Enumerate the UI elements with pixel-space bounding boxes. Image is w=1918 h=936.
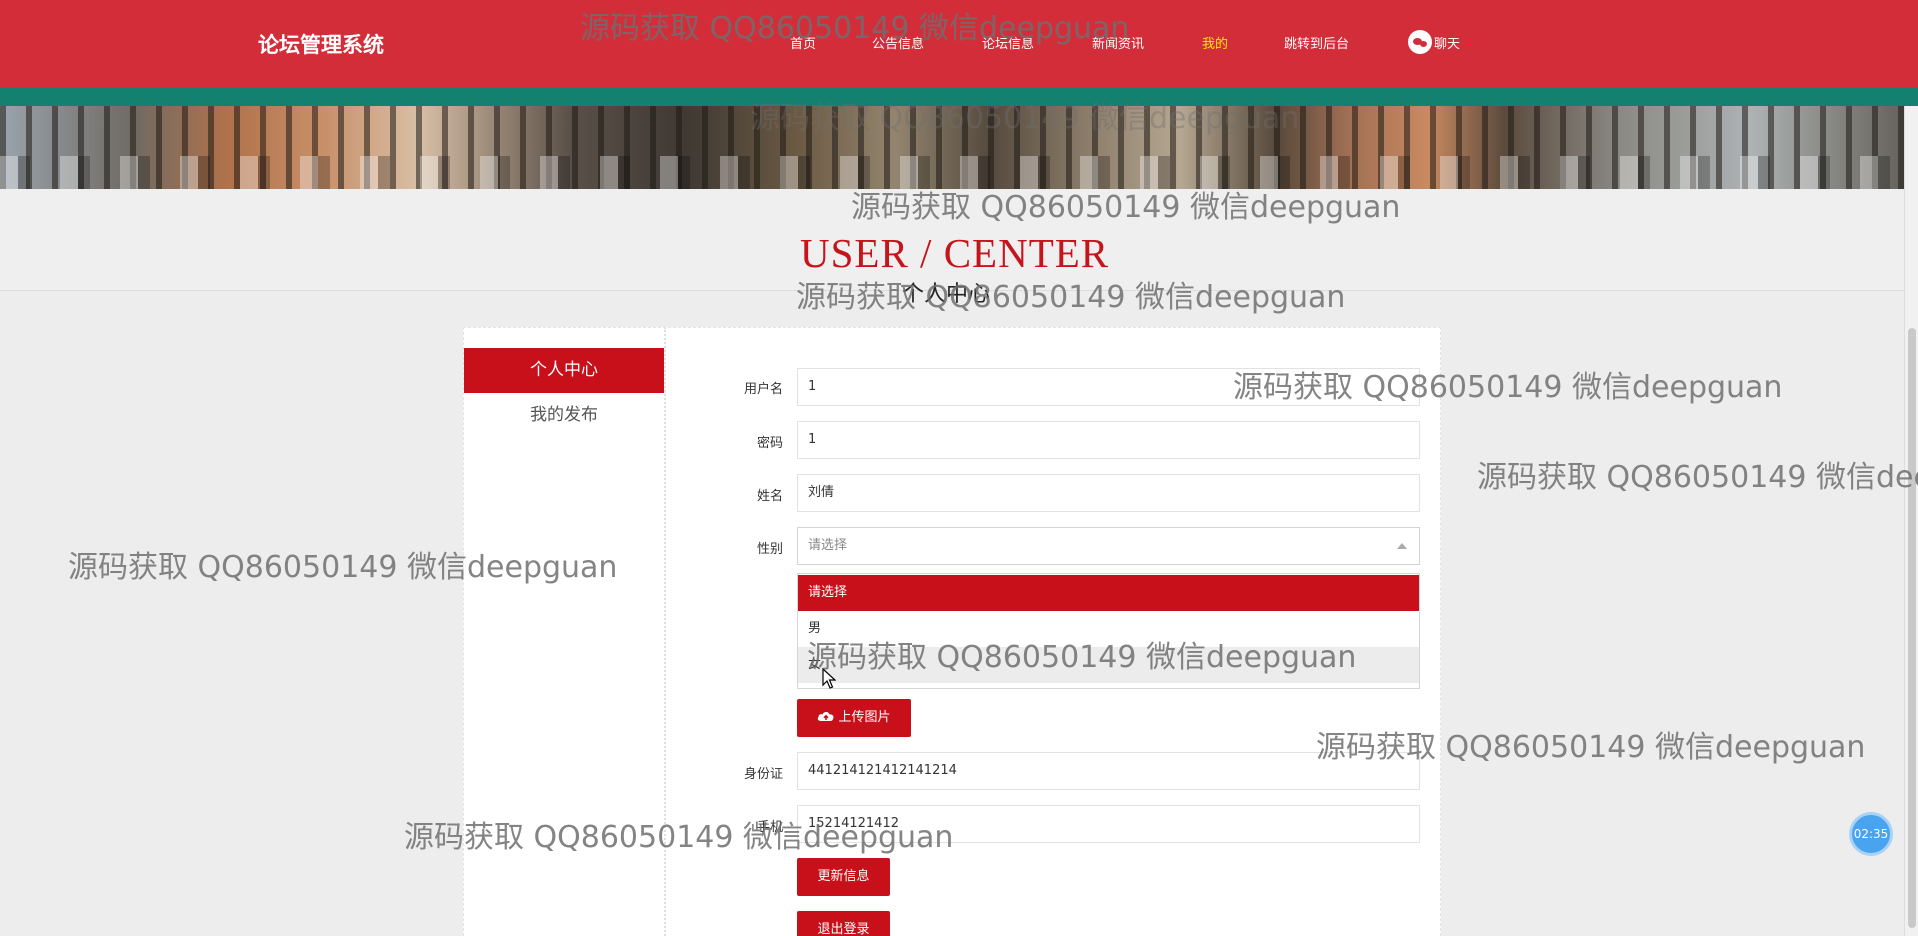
page-scrollbar[interactable] <box>1904 106 1918 936</box>
banner-image <box>0 106 1904 189</box>
nav-forum[interactable]: 论坛信息 <box>982 33 1034 52</box>
name-field[interactable]: 刘倩 <box>797 474 1420 512</box>
password-field[interactable]: 1 <box>797 421 1420 459</box>
scrollbar-thumb[interactable] <box>1908 328 1916 928</box>
username-field[interactable]: 1 <box>797 368 1420 406</box>
idcard-label: 身份证 <box>743 767 783 782</box>
username-label: 用户名 <box>743 382 783 397</box>
wechat-chat-icon <box>1408 30 1432 54</box>
watermark-text: 源码获取 QQ86050149 微信deepguan <box>1477 460 1918 495</box>
idcard-field[interactable]: 441214121412141214 <box>797 752 1420 790</box>
nav-chat-label: 聊天 <box>1434 36 1461 52</box>
gender-select[interactable]: 请选择 <box>797 527 1420 565</box>
nav-chat[interactable]: 聊天 <box>1408 30 1460 54</box>
gender-option-female[interactable]: 女 <box>798 647 1419 683</box>
nav-home[interactable]: 首页 <box>790 33 816 52</box>
sidebar-item-user-center[interactable]: 个人中心 <box>464 348 664 393</box>
logout-button[interactable]: 退出登录 <box>797 911 890 936</box>
gender-option-none[interactable]: 请选择 <box>798 575 1419 611</box>
upload-image-button[interactable]: 上传图片 <box>797 699 911 737</box>
update-info-button[interactable]: 更新信息 <box>797 858 890 896</box>
nav-admin[interactable]: 跳转到后台 <box>1284 33 1349 52</box>
sidebar-item-my-posts[interactable]: 我的发布 <box>464 393 664 438</box>
password-label: 密码 <box>756 436 783 451</box>
nav-announcements[interactable]: 公告信息 <box>872 33 924 52</box>
chevron-up-icon <box>1397 543 1407 549</box>
gender-dropdown: 请选择 男 女 <box>797 573 1420 689</box>
sidebar: 个人中心 我的发布 <box>463 327 666 936</box>
cloud-upload-icon <box>818 712 834 721</box>
navbar-accent-stripe <box>0 88 1918 106</box>
page-title-en: USER / CENTER <box>800 230 1110 276</box>
recording-timer[interactable]: 02:35 <box>1849 812 1893 856</box>
site-logo[interactable]: 论坛管理系统 <box>258 29 384 59</box>
gender-select-value: 请选择 <box>808 538 848 553</box>
phone-label: 手机 <box>756 820 783 835</box>
name-label: 姓名 <box>756 489 783 504</box>
page-title-cn: 个人中心 <box>902 282 991 307</box>
phone-field[interactable]: 15214121412 <box>797 805 1420 843</box>
gender-label: 性别 <box>756 542 783 557</box>
gender-option-male[interactable]: 男 <box>798 611 1419 647</box>
upload-button-label: 上传图片 <box>838 710 891 725</box>
mouse-cursor-icon <box>822 668 836 689</box>
nav-mine[interactable]: 我的 <box>1202 33 1228 52</box>
nav-news[interactable]: 新闻资讯 <box>1092 33 1144 52</box>
